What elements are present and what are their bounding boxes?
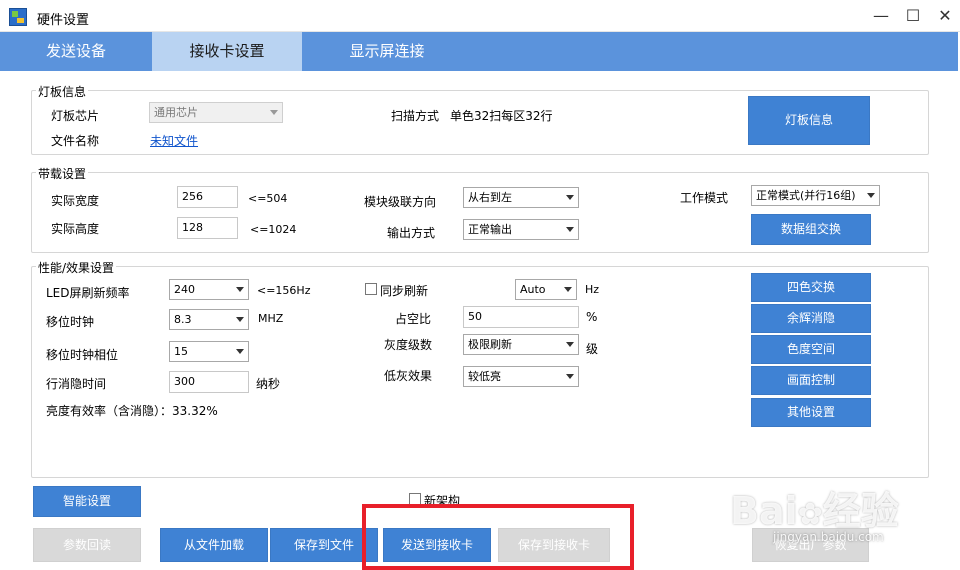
panel-load-title: 带载设置 bbox=[36, 165, 89, 182]
shift-clock-unit: MHZ bbox=[258, 312, 284, 325]
mode-label: 工作模式 bbox=[680, 191, 729, 205]
refresh-select[interactable]: 240 bbox=[169, 279, 249, 300]
picture-control-button[interactable]: 画面控制 bbox=[751, 366, 871, 395]
baidu-watermark: Bai✿经验 bbox=[730, 489, 899, 533]
shift-clock-select[interactable]: 8.3 bbox=[169, 309, 249, 330]
gray-level-label: 灰度级数 bbox=[384, 338, 433, 352]
duty-unit: % bbox=[586, 310, 598, 324]
panel-board-info-title: 灯板信息 bbox=[36, 83, 89, 100]
low-gray-select[interactable]: 较低亮 bbox=[463, 366, 579, 387]
height-label: 实际高度 bbox=[51, 222, 100, 236]
sync-refresh-unit: Hz bbox=[585, 283, 600, 296]
sync-refresh-checkbox[interactable] bbox=[365, 283, 377, 295]
chevron-down-icon bbox=[566, 342, 574, 347]
cascade-label: 模块级联方向 bbox=[364, 195, 437, 209]
paw-icon: ✿ bbox=[797, 497, 823, 532]
sync-refresh-select[interactable]: Auto bbox=[515, 279, 577, 300]
chevron-down-icon bbox=[236, 287, 244, 292]
scan-label: 扫描方式 bbox=[391, 109, 440, 123]
file-link[interactable]: 未知文件 bbox=[150, 132, 198, 149]
tab-receiver-card[interactable]: 接收卡设置 bbox=[152, 32, 302, 71]
low-gray-label: 低灰效果 bbox=[384, 369, 433, 383]
blank-time-label: 行消隐时间 bbox=[46, 377, 107, 391]
board-info-button[interactable]: 灯板信息 bbox=[748, 96, 870, 145]
phase-select[interactable]: 15 bbox=[169, 341, 249, 362]
file-label: 文件名称 bbox=[51, 134, 100, 148]
cascade-select[interactable]: 从右到左 bbox=[463, 187, 579, 208]
title-bar: 硬件设置 — ☐ ✕ bbox=[0, 0, 960, 32]
efficiency-text: 亮度有效率（含消隐）：33.32% bbox=[46, 404, 218, 418]
tab-screen-connection[interactable]: 显示屏连接 bbox=[302, 32, 472, 71]
smart-settings-button[interactable]: 智能设置 bbox=[33, 486, 141, 517]
maximize-button[interactable]: ☐ bbox=[898, 4, 928, 28]
chevron-down-icon bbox=[566, 374, 574, 379]
minimize-button[interactable]: — bbox=[866, 4, 896, 28]
close-button[interactable]: ✕ bbox=[930, 4, 960, 28]
width-label: 实际宽度 bbox=[51, 194, 100, 208]
chevron-down-icon bbox=[236, 349, 244, 354]
other-settings-button[interactable]: 其他设置 bbox=[751, 398, 871, 427]
scan-value: 单色32扫每区32行 bbox=[450, 109, 553, 123]
mode-select[interactable]: 正常模式(并行16组) bbox=[751, 185, 880, 206]
width-input[interactable]: 256 bbox=[177, 186, 238, 208]
output-label: 输出方式 bbox=[387, 226, 436, 240]
four-color-swap-button[interactable]: 四色交换 bbox=[751, 273, 871, 302]
color-space-button[interactable]: 色度空间 bbox=[751, 335, 871, 364]
duty-input[interactable]: 50 bbox=[463, 306, 579, 328]
chevron-down-icon bbox=[867, 193, 875, 198]
gray-level-select[interactable]: 极限刷新 bbox=[463, 334, 579, 355]
chip-select[interactable]: 通用芯片 bbox=[149, 102, 283, 123]
refresh-label: LED屏刷新频率 bbox=[46, 286, 130, 300]
gray-level-unit: 级 bbox=[586, 342, 599, 356]
tab-send-device[interactable]: 发送设备 bbox=[0, 32, 152, 71]
app-icon bbox=[9, 8, 27, 26]
chip-label: 灯板芯片 bbox=[51, 109, 100, 123]
chevron-down-icon bbox=[566, 227, 574, 232]
height-input[interactable]: 128 bbox=[177, 217, 238, 239]
output-select[interactable]: 正常输出 bbox=[463, 219, 579, 240]
sync-refresh-label: 同步刷新 bbox=[380, 284, 429, 298]
height-limit: <=1024 bbox=[250, 223, 297, 236]
duty-label: 占空比 bbox=[395, 312, 432, 326]
phase-label: 移位时钟相位 bbox=[46, 348, 119, 362]
tab-bar: 发送设备 接收卡设置 显示屏连接 bbox=[0, 32, 958, 71]
chevron-down-icon bbox=[270, 110, 278, 115]
width-limit: <=504 bbox=[248, 192, 288, 205]
chevron-down-icon bbox=[236, 317, 244, 322]
refresh-limit: <=156Hz bbox=[257, 284, 311, 297]
chevron-down-icon bbox=[566, 195, 574, 200]
afterglow-button[interactable]: 余辉消隐 bbox=[751, 304, 871, 333]
watermark-url: jingyan.baidu.com bbox=[773, 530, 884, 544]
chevron-down-icon bbox=[564, 287, 572, 292]
window-title: 硬件设置 bbox=[37, 13, 90, 28]
blank-time-input[interactable]: 300 bbox=[169, 371, 249, 393]
blank-time-unit: 纳秒 bbox=[256, 377, 281, 391]
load-from-file-button[interactable]: 从文件加载 bbox=[160, 528, 268, 562]
highlight-box bbox=[362, 504, 634, 570]
shift-clock-label: 移位时钟 bbox=[46, 315, 95, 329]
data-group-swap-button[interactable]: 数据组交换 bbox=[751, 214, 871, 245]
panel-performance-title: 性能/效果设置 bbox=[36, 259, 117, 276]
readback-button[interactable]: 参数回读 bbox=[33, 528, 141, 562]
